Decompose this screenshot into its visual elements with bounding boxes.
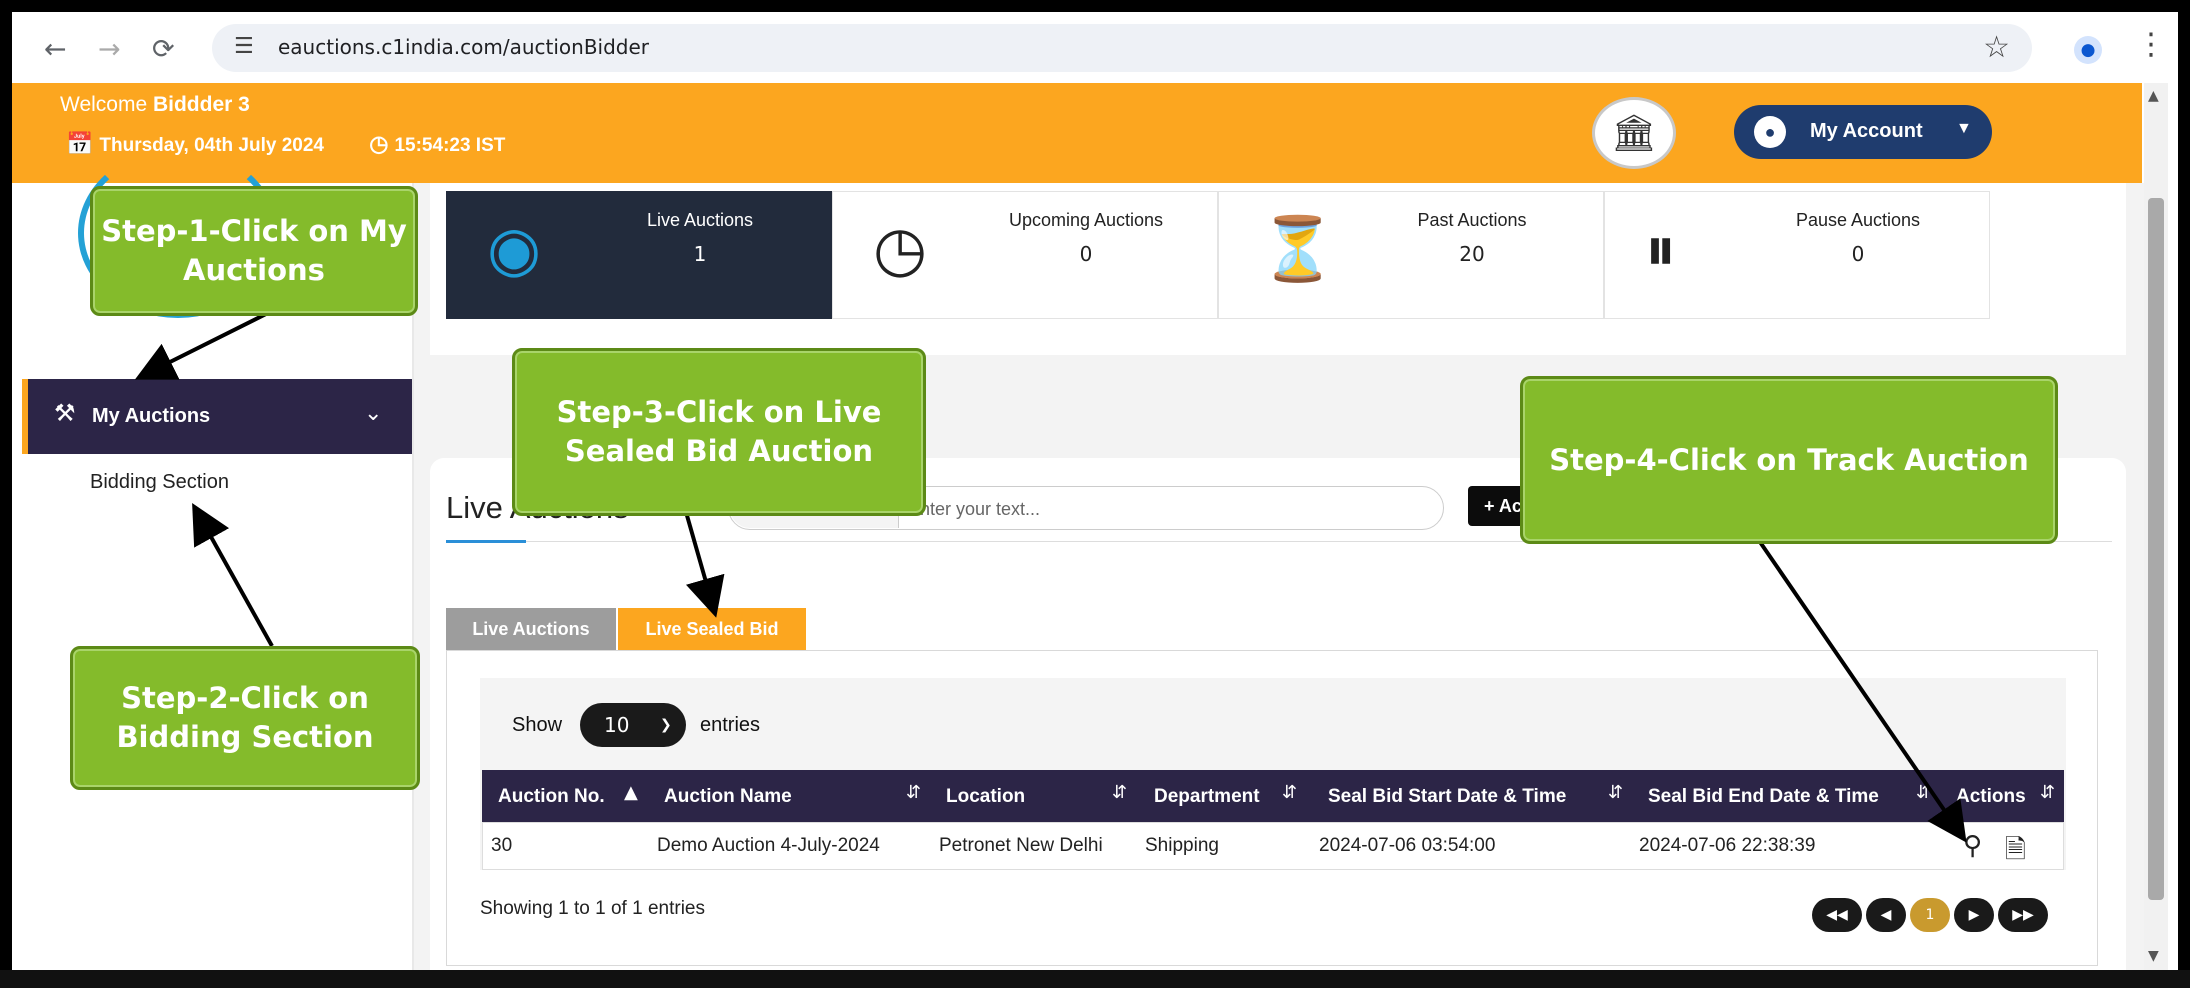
taskbar (0, 970, 2190, 988)
screenshot-frame (0, 0, 2190, 988)
